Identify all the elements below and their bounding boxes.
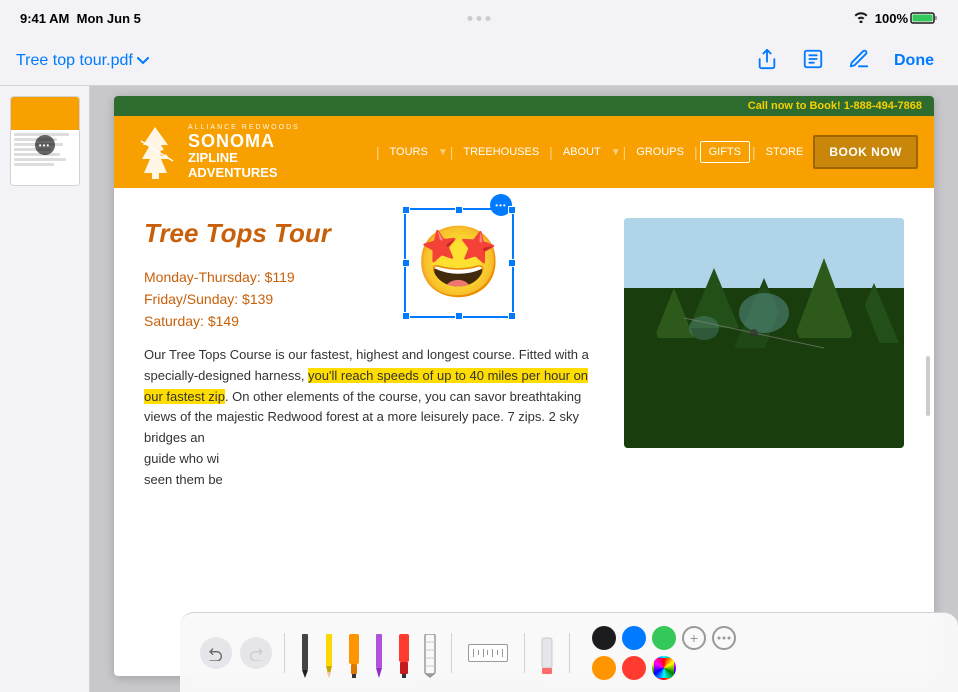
pdf-page: Call now to Book! 1-888-494-7868 xyxy=(114,96,934,676)
add-color-button[interactable]: + xyxy=(682,626,706,650)
pencil-button[interactable] xyxy=(840,44,878,77)
pdf-area: Call now to Book! 1-888-494-7868 xyxy=(90,86,958,692)
nav-groups[interactable]: GROUPS xyxy=(628,140,692,164)
resize-handle-tr[interactable] xyxy=(508,206,516,214)
nav-gifts[interactable]: GIFTS xyxy=(700,141,750,163)
ruler-tool[interactable] xyxy=(464,640,512,666)
markup-button[interactable] xyxy=(794,44,832,77)
logo-text: ALLIANCE REDWOODS SONOMA ZIPLINE ADVENTU… xyxy=(188,124,300,180)
pdf-body: ••• 🤩 Tree Tops Tour Monday-Thursday: xyxy=(114,188,934,511)
document-title[interactable]: Tree top tour.pdf xyxy=(16,52,149,70)
nav-about[interactable]: ABOUT xyxy=(555,140,609,164)
pencil-tool[interactable] xyxy=(321,628,337,678)
resize-handle-mr[interactable] xyxy=(508,259,516,267)
status-center-dots xyxy=(468,16,491,21)
tour-description: Our Tree Tops Course is our fastest, hig… xyxy=(144,345,604,491)
site-nav: ALLIANCE REDWOODS SONOMA ZIPLINE ADVENTU… xyxy=(114,116,934,188)
scroll-indicator[interactable] xyxy=(926,356,930,416)
price-sat: Saturday: $149 xyxy=(144,313,604,329)
color-red[interactable] xyxy=(622,656,646,680)
highlighter-tool[interactable] xyxy=(395,628,413,678)
color-green[interactable] xyxy=(652,626,676,650)
resize-handle-br[interactable] xyxy=(508,312,516,320)
forest-image xyxy=(624,218,904,448)
tool-separator-1 xyxy=(284,633,285,673)
status-time: 9:41 AM Mon Jun 5 xyxy=(20,11,141,26)
nav-store[interactable]: STORE xyxy=(758,140,812,164)
eraser-tool[interactable] xyxy=(537,628,557,678)
nav-tours[interactable]: TOURS xyxy=(382,140,436,164)
page-thumbnail[interactable]: ••• xyxy=(10,96,80,186)
dropdown-chevron-icon[interactable] xyxy=(137,52,149,70)
book-now-button[interactable]: BOOK NOW xyxy=(813,135,918,169)
logo-icon xyxy=(130,122,180,182)
tool-separator-2 xyxy=(451,633,452,673)
nav-treehouses[interactable]: TREEHOUSES xyxy=(455,140,547,164)
pricing-section: Monday-Thursday: $119 Friday/Sunday: $13… xyxy=(144,269,604,329)
color-multicolor[interactable] xyxy=(652,656,676,680)
site-top-bar: Call now to Book! 1-888-494-7868 xyxy=(114,96,934,116)
color-blue[interactable] xyxy=(622,626,646,650)
thumbnail-panel: ••• xyxy=(0,86,90,692)
resize-handle-mt[interactable] xyxy=(455,206,463,214)
resize-handle-ml[interactable] xyxy=(402,259,410,267)
main-area: ••• Call now to Book! 1-888-494-7868 xyxy=(0,86,958,692)
color-row-top: + xyxy=(592,626,736,650)
resize-handle-tl[interactable] xyxy=(402,206,410,214)
more-colors-button[interactable] xyxy=(712,626,736,650)
pdf-right-column xyxy=(624,218,904,491)
markup-toolbar: + xyxy=(180,612,958,692)
price-mon-thu: Monday-Thursday: $119 xyxy=(144,269,604,285)
status-bar: 9:41 AM Mon Jun 5 100% xyxy=(0,0,958,36)
pdf-left-column: Tree Tops Tour Monday-Thursday: $119 Fri… xyxy=(144,218,604,491)
color-row-bottom xyxy=(592,656,736,680)
battery-icon: 100% xyxy=(875,11,938,26)
emoji-sticker[interactable]: ••• 🤩 xyxy=(404,208,514,318)
redo-button[interactable] xyxy=(240,637,272,669)
undo-button[interactable] xyxy=(200,637,232,669)
marker-tool[interactable] xyxy=(345,628,363,678)
tool-separator-3 xyxy=(524,633,525,673)
color-black[interactable] xyxy=(592,626,616,650)
color-orange[interactable] xyxy=(592,656,616,680)
wifi-icon xyxy=(853,11,869,26)
pen-tool[interactable] xyxy=(297,628,313,678)
site-logo: ALLIANCE REDWOODS SONOMA ZIPLINE ADVENTU… xyxy=(130,122,300,182)
resize-handle-bl[interactable] xyxy=(402,312,410,320)
toolbar: Tree top tour.pdf Done xyxy=(0,36,958,86)
tour-title: Tree Tops Tour xyxy=(144,218,604,249)
tool-separator-4 xyxy=(569,633,570,673)
resize-handle-mb[interactable] xyxy=(455,312,463,320)
striped-tool[interactable] xyxy=(421,628,439,678)
forest-svg xyxy=(624,218,904,448)
status-right: 100% xyxy=(853,11,938,26)
share-button[interactable] xyxy=(748,44,786,77)
thumbnail-menu[interactable]: ••• xyxy=(35,135,55,155)
crayon-tool[interactable] xyxy=(371,628,387,678)
price-fri-sun: Friday/Sunday: $139 xyxy=(144,291,604,307)
done-button[interactable]: Done xyxy=(886,48,942,74)
emoji-symbol: 🤩 xyxy=(415,222,502,304)
color-section: + xyxy=(592,626,736,680)
site-nav-links: | TOURS ▼ | TREEHOUSES | ABOUT ▼ | GROUP… xyxy=(320,135,918,169)
